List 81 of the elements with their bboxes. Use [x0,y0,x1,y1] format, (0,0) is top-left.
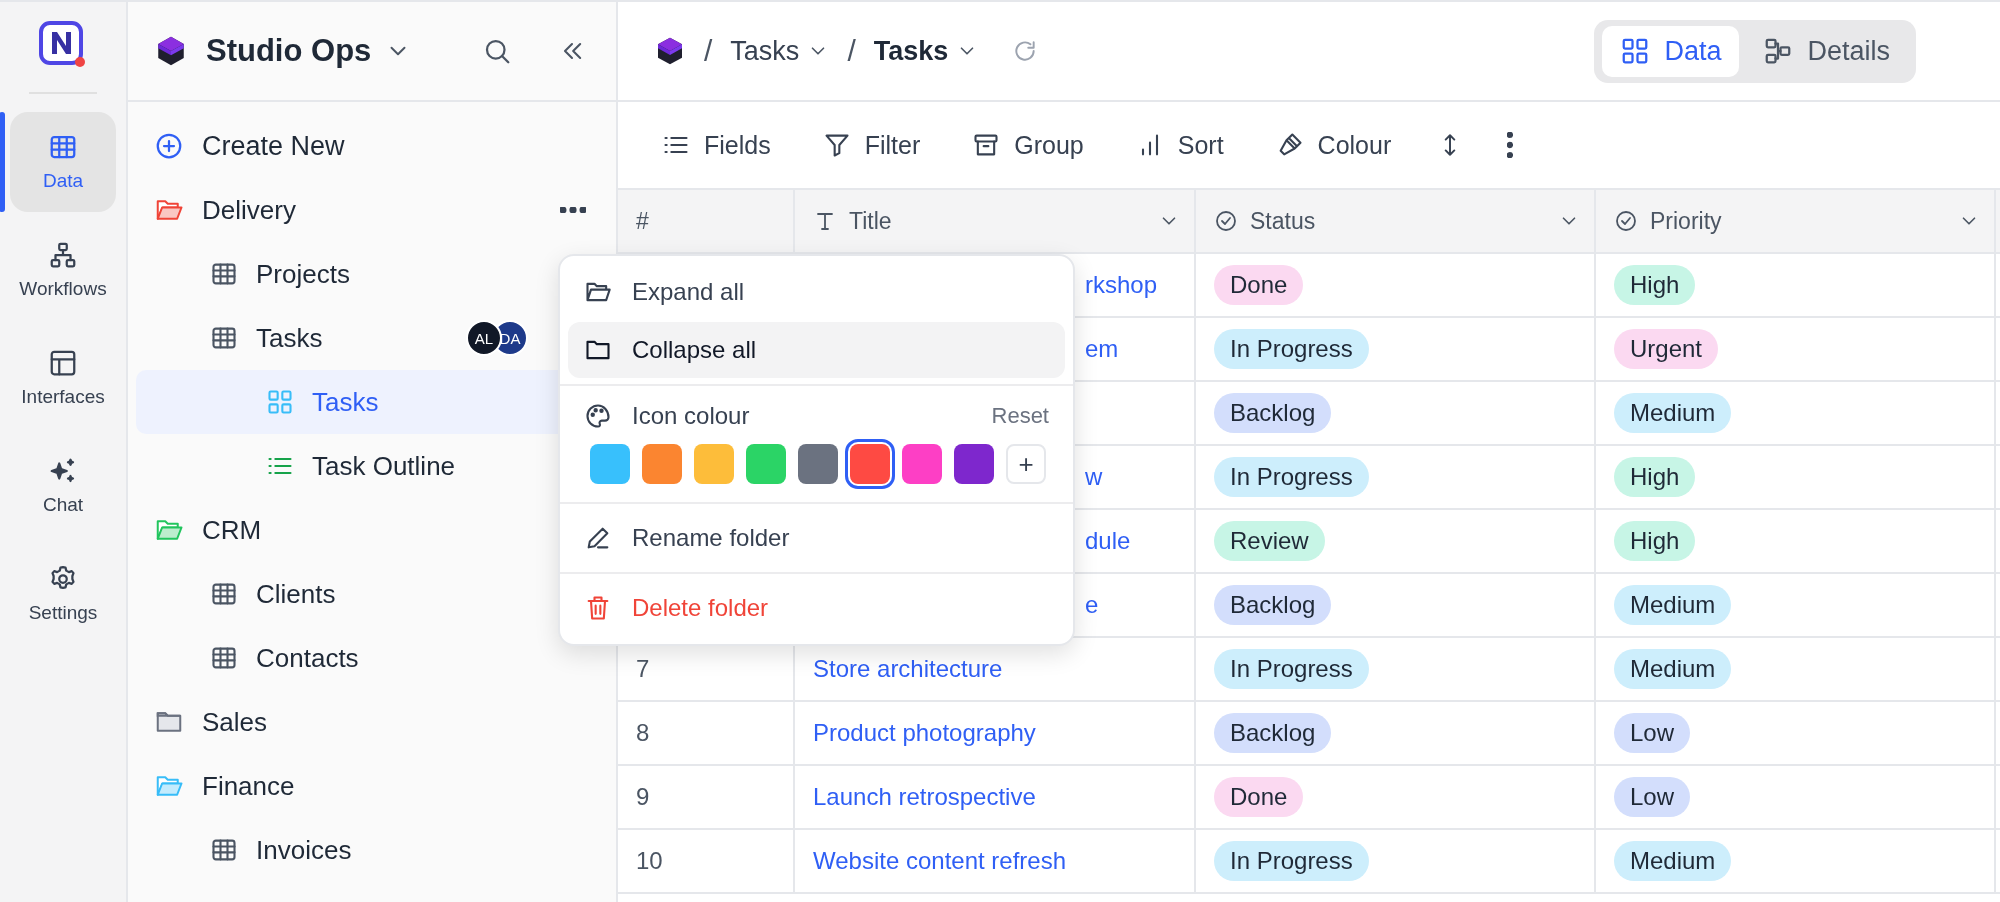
status-tag: In Progress [1214,457,1369,497]
toolbar-button[interactable]: Filter [808,122,935,168]
priority-tag: Medium [1614,649,1732,689]
layout-icon [48,348,78,378]
sidebar-item[interactable]: Task Outline [136,434,608,498]
more-options-button[interactable] [558,205,588,215]
task-title-link[interactable]: dule [1085,527,1131,555]
task-title-link[interactable]: em [1085,335,1119,363]
status-tag: In Progress [1214,649,1369,689]
create-new-button[interactable]: Create New [136,114,608,178]
toolbar-button[interactable]: Group [958,122,1098,168]
column-header[interactable]: Priority [1596,190,1996,254]
reset-button[interactable]: Reset [991,403,1049,429]
priority-tag: High [1614,521,1696,561]
check-circle-icon [1614,209,1638,233]
hierarchy-icon [48,240,78,270]
status-tag: Done [1214,777,1304,817]
breadcrumb-item[interactable]: Tasks [730,35,830,67]
colour-swatch[interactable] [746,444,786,484]
grid-icon [266,388,294,416]
colour-swatch[interactable] [694,444,734,484]
status-tag: Review [1214,521,1325,561]
column-header[interactable]: Title [795,190,1196,254]
task-title-link[interactable]: e [1085,591,1099,619]
nav-item[interactable]: Chat [10,436,116,536]
priority-tag: High [1614,265,1696,305]
colour-swatch[interactable] [590,444,630,484]
sidebar-item[interactable]: Finance [136,754,608,818]
section-label: Icon colour [632,402,750,430]
priority-tag: High [1614,457,1696,497]
task-title-link[interactable]: Product photography [813,719,1036,747]
sidebar-item[interactable]: Delivery [136,178,608,242]
plus-circle-icon [154,131,184,161]
view-tab[interactable]: Details [1745,25,1908,77]
status-tag: Backlog [1214,713,1332,753]
row-number: 9 [636,783,650,811]
workspace-name[interactable]: Studio Ops [206,33,372,69]
row-number: 8 [636,719,650,747]
priority-tag: Medium [1614,841,1732,881]
nav-item[interactable]: Workflows [10,220,116,320]
colour-swatch[interactable] [642,444,682,484]
toolbar-button[interactable]: Colour [1261,122,1406,168]
nav-item[interactable]: Settings [10,544,116,644]
task-title-link[interactable]: Store architecture [813,655,1003,683]
status-tag: Done [1214,265,1304,305]
add-colour-button[interactable]: + [1006,444,1046,484]
priority-tag: Low [1614,777,1691,817]
colour-swatch[interactable] [902,444,942,484]
row-number: 7 [636,655,650,683]
breadcrumb-separator: / [704,34,713,68]
task-title-link[interactable]: Website content refresh [813,847,1067,875]
status-tag: Backlog [1214,393,1332,433]
task-title-link[interactable]: rkshop [1085,271,1158,299]
priority-tag: Low [1614,713,1691,753]
task-title-link[interactable]: Launch retrospective [813,783,1036,811]
column-header[interactable]: Status [1196,190,1596,254]
more-icon [560,207,586,213]
breadcrumb-separator: / [847,34,856,68]
column-header[interactable]: # [618,190,795,254]
sidebar-item[interactable]: Invoices [136,818,608,882]
view-tab[interactable]: Data [1602,25,1740,77]
task-title-link[interactable]: w [1085,463,1103,491]
sidebar-item[interactable]: Sales [136,690,608,754]
priority-tag: Urgent [1614,329,1719,369]
menu-item[interactable]: Collapse all [568,322,1065,378]
toolbar-button[interactable]: Fields [648,122,785,168]
check-circle-icon [1214,209,1238,233]
nav-item[interactable]: Interfaces [10,328,116,428]
status-tag: Backlog [1214,585,1332,625]
breadcrumb-item[interactable]: Tasks [873,35,979,67]
user-avatar: AL [466,320,502,356]
toolbar-button[interactable]: Sort [1121,122,1238,168]
colour-swatch[interactable] [954,444,994,484]
status-tag: In Progress [1214,329,1369,369]
status-tag: In Progress [1214,841,1369,881]
palette-icon [584,402,612,430]
row-number: 10 [636,847,663,875]
colour-swatch[interactable] [798,444,838,484]
priority-tag: Medium [1614,585,1732,625]
priority-tag: Medium [1614,393,1732,433]
more-icon [1507,132,1513,158]
